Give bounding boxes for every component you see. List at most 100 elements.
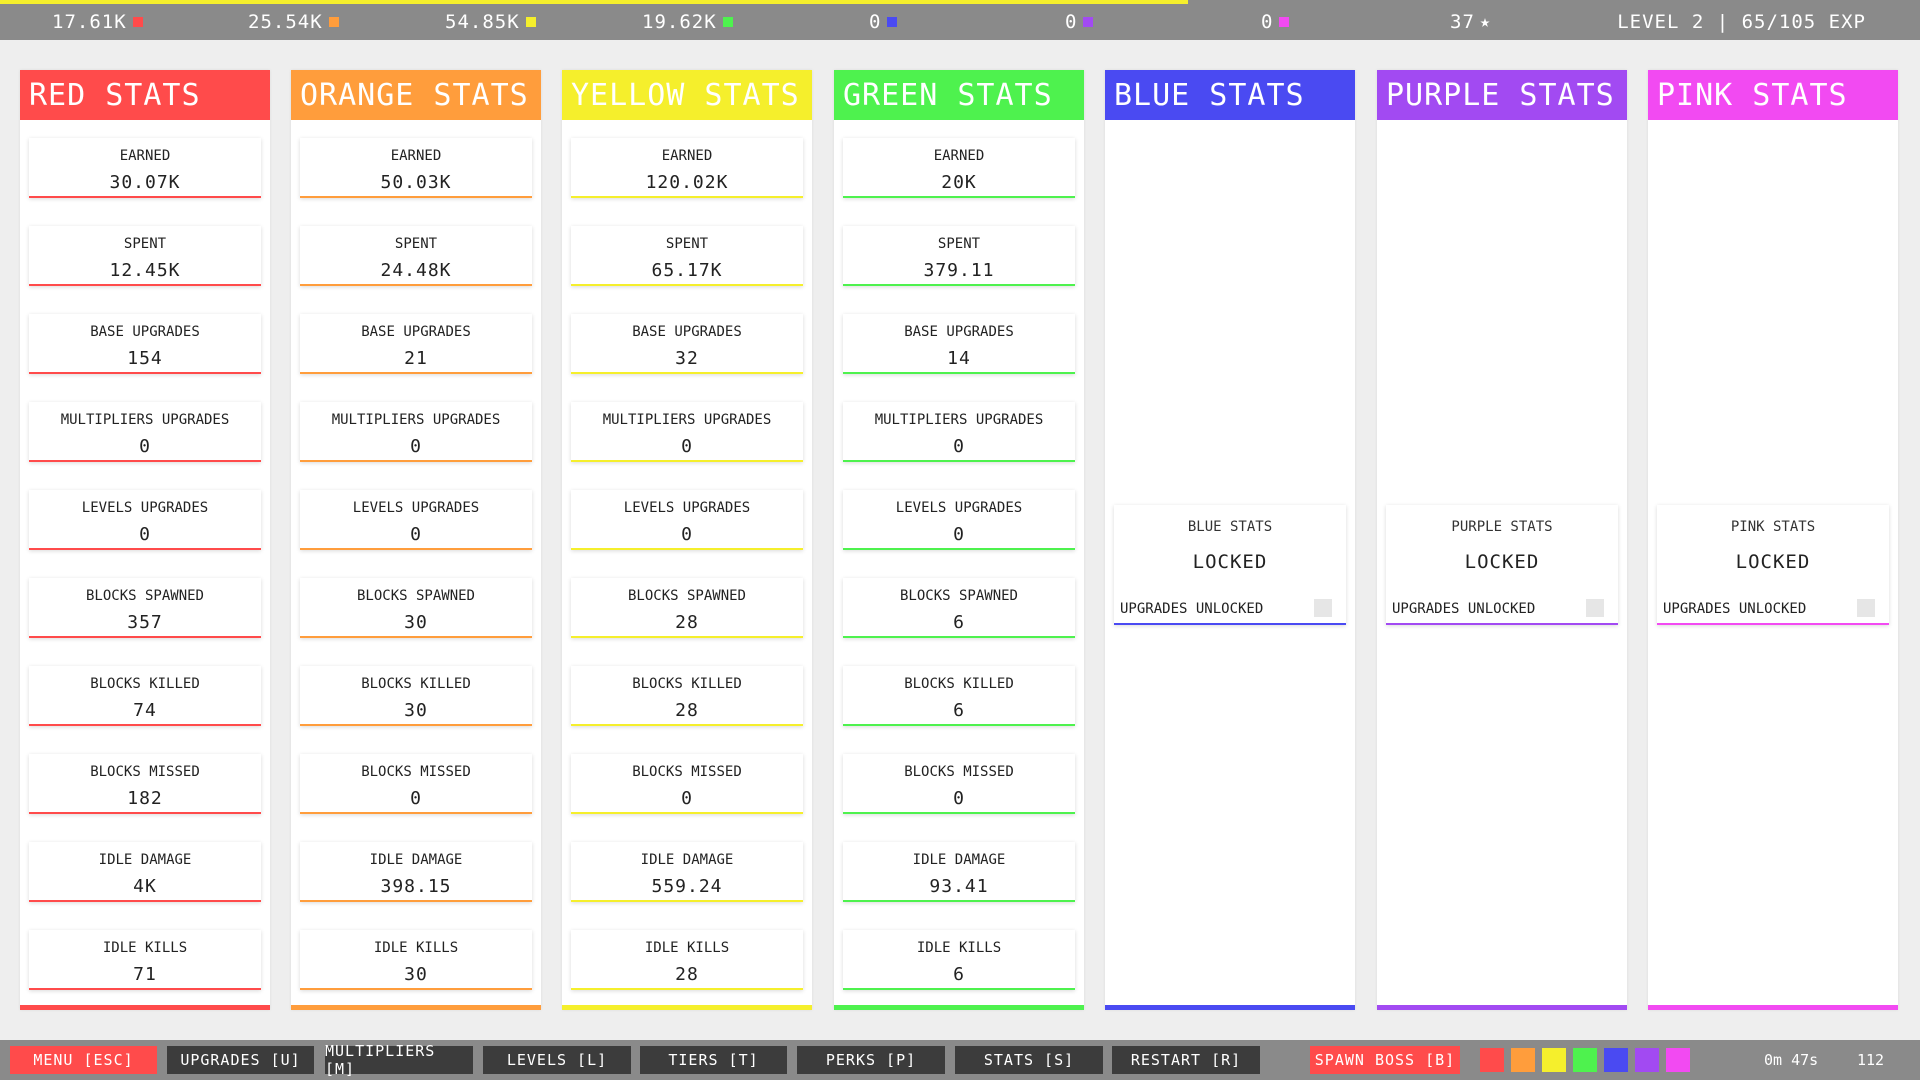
- color-select-button[interactable]: [1666, 1048, 1690, 1072]
- color-select-button[interactable]: [1480, 1048, 1504, 1072]
- column-footer-line: [1105, 1005, 1355, 1010]
- stat-underline: [843, 636, 1075, 638]
- stat-underline: [571, 460, 803, 462]
- stat-label: BLOCKS SPAWNED: [85, 588, 204, 604]
- resource-value: 0: [1065, 11, 1078, 33]
- stat-label: IDLE KILLS: [644, 940, 730, 956]
- column-footer-line: [1648, 1005, 1898, 1010]
- stat-label: IDLE KILLS: [102, 940, 188, 956]
- stat-card: EARNED 20K: [843, 138, 1075, 198]
- color-select-button[interactable]: [1511, 1048, 1535, 1072]
- stat-card: BLOCKS SPAWNED 357: [29, 578, 261, 638]
- stat-value: 559.24: [651, 876, 723, 897]
- stat-value: 0: [410, 788, 422, 809]
- levels-button[interactable]: LEVELS [L]: [483, 1046, 631, 1074]
- stat-label: EARNED: [933, 148, 985, 164]
- upgrades-unlocked-checkbox[interactable]: [1586, 599, 1604, 617]
- stat-value: 28: [675, 964, 699, 985]
- color-select-button[interactable]: [1542, 1048, 1566, 1072]
- upgrades-unlocked-checkbox[interactable]: [1314, 599, 1332, 617]
- stat-card: BASE UPGRADES 21: [300, 314, 532, 374]
- column-footer-line: [291, 1005, 541, 1010]
- stars-counter: 37 ★: [1450, 10, 1491, 34]
- stat-underline: [29, 636, 261, 638]
- stat-label: BLOCKS SPAWNED: [356, 588, 475, 604]
- stat-value: 0: [410, 524, 422, 545]
- stat-label: BLOCKS MISSED: [904, 764, 1014, 780]
- stat-card: SPENT 12.45K: [29, 226, 261, 286]
- star-icon: ★: [1479, 12, 1492, 32]
- stats-column: GREEN STATS EARNED 20K SPENT 379.11 BASE UPGR…: [834, 70, 1084, 1010]
- stat-underline: [843, 812, 1075, 814]
- stat-label: LEVELS UPGRADES: [895, 500, 1023, 516]
- locked-value: LOCKED: [1192, 551, 1268, 573]
- stat-underline: [29, 460, 261, 462]
- restart-button[interactable]: RESTART [R]: [1112, 1046, 1260, 1074]
- stat-value: 30.07K: [109, 172, 181, 193]
- color-select-button[interactable]: [1573, 1048, 1597, 1072]
- stat-underline: [300, 900, 532, 902]
- stat-label: BASE UPGRADES: [632, 324, 742, 340]
- resource-color-icon: [525, 17, 536, 27]
- column-title: ORANGE STATS: [291, 70, 541, 120]
- stat-label: BLOCKS KILLED: [361, 676, 471, 692]
- stat-underline: [843, 988, 1075, 990]
- stat-value: 74: [133, 700, 157, 721]
- color-select-button[interactable]: [1635, 1048, 1659, 1072]
- upgrades-unlocked-label: UPGRADES UNLOCKED: [1392, 601, 1536, 617]
- resource-value: 0: [869, 11, 882, 33]
- stat-value: 28: [675, 612, 699, 633]
- stat-label: MULTIPLIERS UPGRADES: [602, 412, 772, 428]
- upgrades-unlocked-checkbox[interactable]: [1857, 599, 1875, 617]
- locked-card: BLUE STATS LOCKED UPGRADES UNLOCKED: [1114, 505, 1346, 625]
- stat-card: SPENT 65.17K: [571, 226, 803, 286]
- stat-label: IDLE DAMAGE: [640, 852, 734, 868]
- stat-card: BLOCKS KILLED 6: [843, 666, 1075, 726]
- stat-label: BLOCKS KILLED: [904, 676, 1014, 692]
- stat-label: EARNED: [390, 148, 442, 164]
- resource-value: 25.54K: [248, 11, 323, 33]
- locked-value: LOCKED: [1464, 551, 1540, 573]
- stat-label: LEVELS UPGRADES: [623, 500, 751, 516]
- stat-label: IDLE KILLS: [916, 940, 1002, 956]
- upgrades-unlocked-label: UPGRADES UNLOCKED: [1120, 601, 1264, 617]
- stat-underline: [843, 724, 1075, 726]
- stat-underline: [300, 988, 532, 990]
- stat-label: IDLE DAMAGE: [98, 852, 192, 868]
- stat-value: 12.45K: [109, 260, 181, 281]
- stats-button[interactable]: STATS [S]: [955, 1046, 1103, 1074]
- locked-title: PURPLE STATS: [1451, 519, 1553, 535]
- stat-card: IDLE KILLS 6: [843, 930, 1075, 990]
- column-footer-line: [562, 1005, 812, 1010]
- stat-underline: [300, 636, 532, 638]
- stat-underline: [843, 460, 1075, 462]
- stat-underline: [843, 372, 1075, 374]
- stat-label: LEVELS UPGRADES: [352, 500, 480, 516]
- resource-counter: 19.62K: [642, 10, 733, 34]
- locked-value: LOCKED: [1735, 551, 1811, 573]
- stat-card: IDLE DAMAGE 398.15: [300, 842, 532, 902]
- stat-value: 24.48K: [380, 260, 452, 281]
- resource-counter: 54.85K: [445, 10, 536, 34]
- multipliers-button[interactable]: MULTIPLIERS [M]: [325, 1042, 473, 1078]
- stat-value: 0: [410, 436, 422, 457]
- stat-card: IDLE DAMAGE 559.24: [571, 842, 803, 902]
- stat-card: BLOCKS KILLED 28: [571, 666, 803, 726]
- stat-underline: [29, 284, 261, 286]
- upgrades-button[interactable]: UPGRADES [U]: [167, 1046, 314, 1074]
- perks-button[interactable]: PERKS [P]: [797, 1046, 945, 1074]
- stat-card: BLOCKS SPAWNED 28: [571, 578, 803, 638]
- stat-underline: [29, 724, 261, 726]
- locked-underline: [1657, 623, 1889, 625]
- stat-label: SPENT: [123, 236, 167, 252]
- stat-card: EARNED 120.02K: [571, 138, 803, 198]
- resource-value: 54.85K: [445, 11, 520, 33]
- stat-value: 379.11: [923, 260, 995, 281]
- menu-button[interactable]: MENU [ESC]: [10, 1046, 157, 1074]
- tiers-button[interactable]: TIERS [T]: [640, 1046, 787, 1074]
- spawn-boss-button[interactable]: SPAWN BOSS [B]: [1310, 1046, 1460, 1074]
- bottom-bar: MENU [ESC] UPGRADES [U] MULTIPLIERS [M] LEV…: [0, 1040, 1920, 1080]
- upgrades-unlocked-label: UPGRADES UNLOCKED: [1663, 601, 1807, 617]
- stat-card: SPENT 379.11: [843, 226, 1075, 286]
- color-select-button[interactable]: [1604, 1048, 1628, 1072]
